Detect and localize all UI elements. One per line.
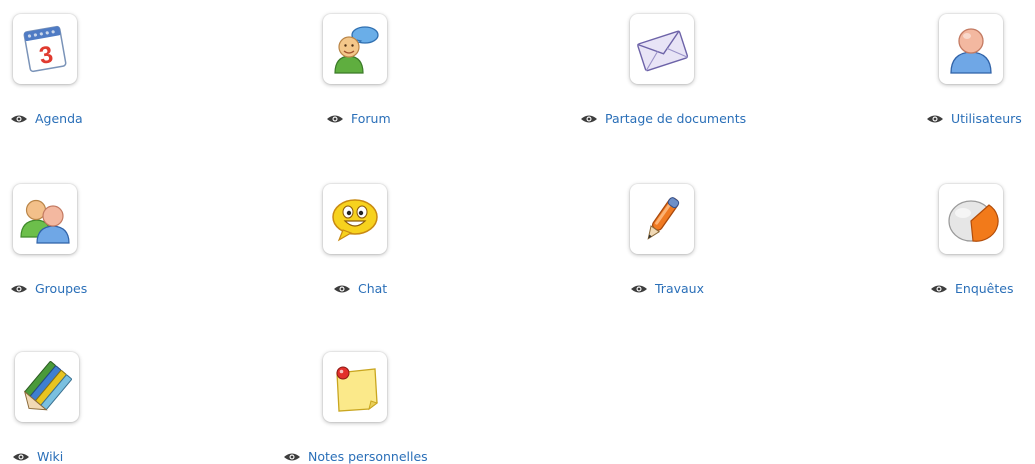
tool-users-link[interactable]: Utilisateurs [926, 111, 1022, 126]
tool-users-label: Utilisateurs [951, 111, 1022, 126]
tool-documents-link[interactable]: Partage de documents [580, 111, 746, 126]
tool-wiki-tile[interactable] [15, 352, 79, 422]
tool-works-tile[interactable] [630, 184, 694, 254]
tool-agenda-label: Agenda [35, 111, 83, 126]
tool-forum-tile[interactable] [323, 14, 387, 84]
sticky-note-icon [336, 366, 379, 412]
tool-documents-tile[interactable] [630, 14, 694, 84]
tool-documents-label: Partage de documents [605, 111, 747, 126]
eye-icon [10, 284, 28, 294]
tool-works-label: Travaux [655, 281, 704, 296]
eye-icon [630, 284, 648, 294]
tool-notes-tile[interactable] [323, 352, 387, 422]
tool-groups-tile[interactable] [13, 184, 77, 254]
tool-chat-link[interactable]: Chat [333, 281, 387, 296]
pie-chart-icon [948, 200, 999, 242]
tool-forum-link[interactable]: Forum [326, 111, 391, 126]
eye-icon [333, 284, 351, 294]
forum-icon [334, 26, 379, 74]
envelope-icon [637, 30, 689, 72]
eye-icon [10, 114, 28, 124]
tool-groups-label: Groupes [35, 281, 88, 296]
tool-users-tile[interactable] [939, 14, 1003, 84]
user-icon [950, 28, 992, 74]
calendar-icon: 3 [23, 25, 67, 73]
chat-smiley-icon [332, 199, 378, 242]
pen-icon [647, 197, 680, 240]
tool-groups-link[interactable]: Groupes [10, 281, 87, 296]
eye-icon [930, 284, 948, 294]
group-icon [20, 199, 70, 244]
tool-agenda-link[interactable]: Agenda [10, 111, 83, 126]
pencils-icon [23, 361, 72, 411]
tool-chat-label: Chat [358, 281, 388, 296]
tool-chat-tile[interactable] [323, 184, 387, 254]
tool-forum-label: Forum [351, 111, 391, 126]
tool-works-link[interactable]: Travaux [630, 281, 704, 296]
eye-icon [926, 114, 944, 124]
eye-icon [326, 114, 344, 124]
eye-icon [580, 114, 598, 124]
tool-surveys-label: Enquêtes [955, 281, 1014, 296]
tool-surveys-tile[interactable] [939, 184, 1003, 254]
tool-surveys-link[interactable]: Enquêtes [930, 281, 1013, 296]
tool-agenda-tile[interactable]: 3 [13, 14, 77, 84]
